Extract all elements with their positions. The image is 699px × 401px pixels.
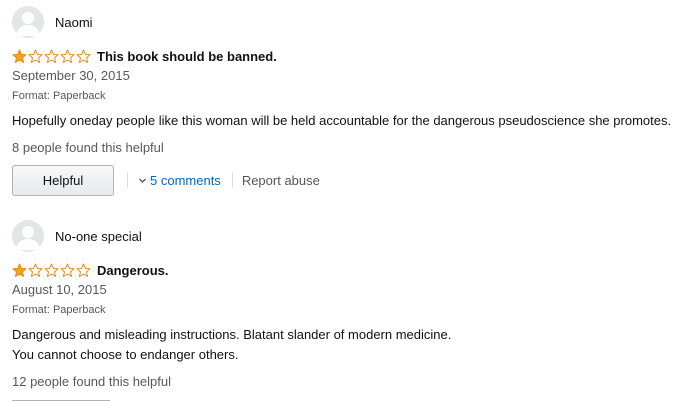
review-date: September 30, 2015 <box>12 68 130 83</box>
star-icon <box>12 263 27 277</box>
divider <box>127 172 128 188</box>
review-body-line: Dangerous and misleading instructions. B… <box>12 327 452 342</box>
divider <box>231 172 233 188</box>
review-body: Dangerous and misleading instructions. B… <box>12 325 692 365</box>
report-abuse-link[interactable]: Report abuse <box>242 173 320 188</box>
star-icon <box>44 263 59 277</box>
helpful-button[interactable]: Helpful <box>12 164 114 196</box>
review-actions: Helpful 5 comments Report abuse <box>12 164 692 196</box>
star-icon <box>28 49 43 63</box>
star-rating[interactable] <box>12 263 92 278</box>
star-icon <box>76 263 91 277</box>
review-title[interactable]: This book should be banned. <box>97 49 277 64</box>
default-user-avatar-icon[interactable] <box>12 220 44 252</box>
default-user-avatar-icon[interactable] <box>12 6 44 38</box>
author-name[interactable]: No-one special <box>55 229 142 244</box>
star-icon <box>76 49 91 63</box>
chevron-down-icon <box>139 178 146 183</box>
review-author[interactable]: No-one special <box>12 220 692 252</box>
star-icon <box>28 263 43 277</box>
review-format[interactable]: Format: Paperback <box>12 304 692 316</box>
star-icon <box>44 49 59 63</box>
helpful-count: 12 people found this helpful <box>12 374 172 389</box>
review: Naomi This book should be banned. Septem… <box>12 6 692 196</box>
star-icon <box>12 49 27 63</box>
comments-link[interactable]: 5 comments <box>138 173 221 188</box>
comments-link-label: 5 comments <box>150 172 221 188</box>
review-title[interactable]: Dangerous. <box>97 263 169 278</box>
helpful-count: 8 people found this helpful <box>12 140 164 155</box>
star-icon <box>60 49 75 63</box>
review-body-line: You cannot choose to endanger others. <box>12 347 239 362</box>
author-name[interactable]: Naomi <box>55 15 93 30</box>
review-title-row: This book should be banned. <box>12 47 692 65</box>
review-date: August 10, 2015 <box>12 282 107 297</box>
review-title-row: Dangerous. <box>12 261 692 279</box>
star-icon <box>60 263 75 277</box>
review-body-line: Hopefully oneday people like this woman … <box>12 113 672 128</box>
review-author[interactable]: Naomi <box>12 6 692 38</box>
review: No-one special Dangerous. August 10, 201… <box>12 220 692 401</box>
star-rating[interactable] <box>12 49 92 64</box>
review-body: Hopefully oneday people like this woman … <box>12 111 692 131</box>
review-format[interactable]: Format: Paperback <box>12 90 692 102</box>
